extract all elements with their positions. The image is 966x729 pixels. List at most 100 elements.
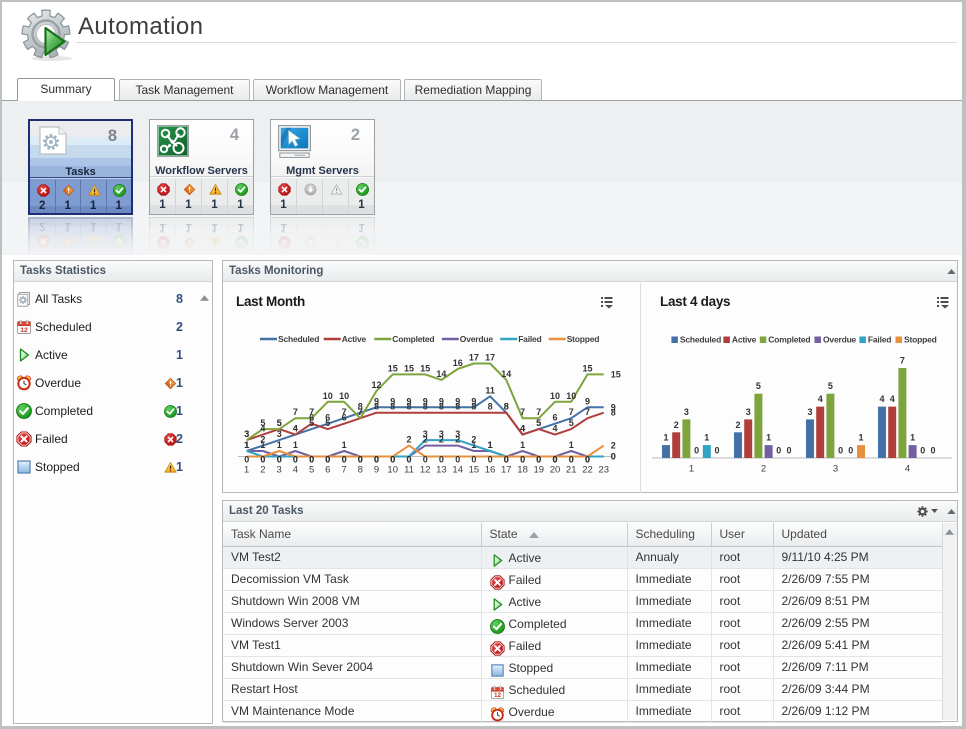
svg-text:0: 0 [930, 446, 935, 456]
svg-text:12: 12 [371, 380, 381, 390]
svg-text:16: 16 [453, 358, 463, 368]
svg-text:9: 9 [585, 396, 590, 406]
svg-text:Failed: Failed [518, 334, 541, 344]
svg-text:23: 23 [598, 465, 609, 476]
svg-text:0: 0 [552, 455, 557, 465]
svg-text:4: 4 [879, 394, 884, 404]
svg-text:0: 0 [423, 455, 428, 465]
svg-text:0: 0 [714, 446, 719, 456]
svg-text:0: 0 [585, 455, 590, 465]
svg-text:14: 14 [436, 369, 446, 379]
svg-text:7: 7 [569, 407, 574, 417]
svg-text:21: 21 [566, 465, 577, 476]
svg-text:17: 17 [501, 465, 512, 476]
svg-text:8: 8 [471, 402, 476, 412]
svg-text:17: 17 [469, 353, 479, 363]
svg-text:2: 2 [761, 464, 766, 475]
svg-text:12: 12 [493, 692, 501, 699]
svg-text:Stopped: Stopped [567, 334, 600, 344]
svg-text:Stopped: Stopped [904, 335, 937, 345]
svg-text:10: 10 [550, 391, 560, 401]
svg-text:1: 1 [342, 440, 347, 450]
svg-text:15: 15 [469, 465, 480, 476]
svg-text:11: 11 [404, 465, 414, 476]
svg-text:1: 1 [293, 440, 298, 450]
svg-text:0: 0 [455, 455, 460, 465]
svg-text:0: 0 [838, 446, 843, 456]
svg-text:7: 7 [293, 407, 298, 417]
svg-text:Scheduled: Scheduled [680, 335, 721, 345]
svg-text:4: 4 [818, 394, 823, 404]
svg-text:8: 8 [504, 402, 509, 412]
svg-text:0: 0 [504, 455, 509, 465]
svg-text:0: 0 [358, 455, 363, 465]
svg-text:1: 1 [569, 440, 574, 450]
svg-text:20: 20 [550, 465, 561, 476]
svg-text:0: 0 [520, 455, 525, 465]
svg-text:14: 14 [452, 465, 463, 476]
svg-text:11: 11 [485, 385, 495, 395]
svg-text:15: 15 [582, 363, 592, 373]
svg-text:0: 0 [920, 446, 925, 456]
svg-text:8: 8 [358, 465, 363, 476]
svg-text:3: 3 [423, 429, 428, 439]
svg-text:18: 18 [517, 465, 528, 476]
svg-text:5: 5 [325, 418, 330, 428]
svg-text:1: 1 [858, 433, 863, 443]
svg-text:0: 0 [260, 455, 265, 465]
svg-text:15: 15 [404, 363, 414, 373]
svg-text:3: 3 [746, 407, 751, 417]
svg-text:19: 19 [534, 465, 545, 476]
svg-text:0: 0 [488, 455, 493, 465]
svg-text:10: 10 [387, 465, 398, 476]
svg-text:3: 3 [807, 407, 812, 417]
svg-text:7: 7 [520, 407, 525, 417]
svg-text:0: 0 [786, 446, 791, 456]
svg-text:8: 8 [406, 402, 411, 412]
svg-text:14: 14 [501, 369, 511, 379]
svg-text:8: 8 [439, 402, 444, 412]
svg-text:Overdue: Overdue [460, 334, 494, 344]
svg-text:22: 22 [582, 465, 593, 476]
svg-text:Active: Active [342, 334, 367, 344]
svg-text:6: 6 [552, 413, 557, 423]
svg-text:8: 8 [390, 402, 395, 412]
svg-text:2: 2 [260, 465, 265, 476]
svg-text:1: 1 [244, 465, 249, 476]
svg-text:1: 1 [277, 440, 282, 450]
svg-text:1: 1 [704, 433, 709, 443]
svg-text:2: 2 [674, 420, 679, 430]
svg-text:0: 0 [776, 446, 781, 456]
svg-text:0: 0 [374, 455, 379, 465]
svg-text:7: 7 [358, 407, 363, 417]
svg-text:4: 4 [293, 424, 298, 434]
svg-text:13: 13 [436, 465, 447, 476]
svg-text:0: 0 [569, 455, 574, 465]
svg-text:10: 10 [566, 391, 576, 401]
svg-text:0: 0 [536, 455, 541, 465]
svg-text:16: 16 [485, 465, 496, 476]
svg-text:4: 4 [890, 394, 895, 404]
svg-text:6: 6 [325, 465, 330, 476]
svg-text:0: 0 [611, 452, 616, 462]
svg-text:5: 5 [277, 418, 282, 428]
svg-text:15: 15 [420, 363, 430, 373]
svg-text:2: 2 [611, 441, 616, 451]
svg-text:1: 1 [520, 440, 525, 450]
svg-text:8: 8 [423, 402, 428, 412]
svg-text:8: 8 [611, 408, 616, 418]
svg-text:9: 9 [374, 465, 379, 476]
svg-text:Completed: Completed [768, 335, 810, 345]
svg-text:7: 7 [309, 407, 314, 417]
svg-text:10: 10 [323, 391, 333, 401]
svg-text:8: 8 [488, 402, 493, 412]
svg-text:10: 10 [339, 391, 349, 401]
svg-text:5: 5 [536, 418, 541, 428]
svg-text:Scheduled: Scheduled [278, 334, 319, 344]
svg-text:0: 0 [471, 455, 476, 465]
svg-text:15: 15 [611, 369, 621, 379]
svg-text:0: 0 [309, 455, 314, 465]
svg-text:3: 3 [833, 464, 838, 475]
svg-text:3: 3 [277, 429, 282, 439]
svg-text:6: 6 [342, 413, 347, 423]
